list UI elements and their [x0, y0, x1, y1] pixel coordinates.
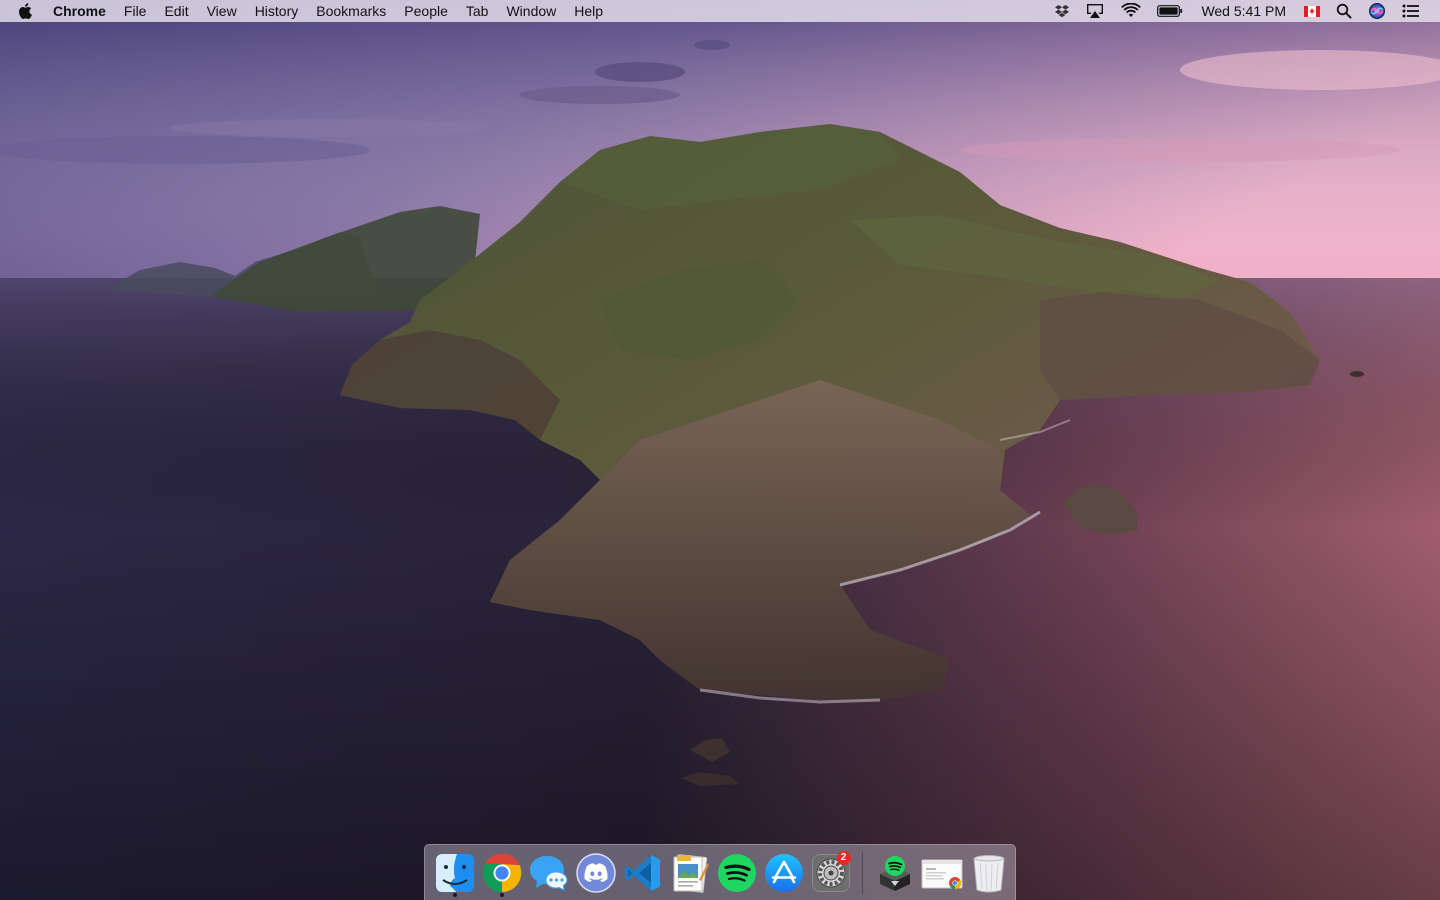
- dropbox-status-item[interactable]: [1047, 0, 1077, 22]
- finder-icon: [435, 853, 474, 892]
- airplay-icon: [1087, 4, 1104, 18]
- catalina-island-wallpaper: [0, 0, 1440, 900]
- menu-bar-clock[interactable]: Wed 5:41 PM: [1191, 0, 1296, 22]
- dock-item-messenger[interactable]: [526, 848, 572, 898]
- dock-item-chrome[interactable]: [479, 848, 525, 898]
- desktop-wallpaper: [0, 0, 1440, 900]
- dock-separator: [862, 851, 863, 894]
- spotlight-icon: [1336, 3, 1352, 19]
- menu-window[interactable]: Window: [497, 0, 565, 22]
- menu-help[interactable]: Help: [565, 0, 612, 22]
- vscode-icon: [624, 854, 660, 891]
- menu-edit[interactable]: Edit: [155, 0, 197, 22]
- dock-item-spotify-installer[interactable]: [872, 848, 918, 898]
- control-center-icon: [1402, 4, 1419, 18]
- canada-flag-icon: [1304, 5, 1320, 17]
- apple-icon: [19, 3, 32, 19]
- menu-file[interactable]: File: [115, 0, 156, 22]
- menu-app-name[interactable]: Chrome: [44, 0, 115, 22]
- dock-item-app-store[interactable]: [761, 848, 807, 898]
- siri-status-item[interactable]: [1360, 0, 1394, 22]
- dock-item-system-preferences[interactable]: 2: [808, 848, 854, 898]
- menu-tab[interactable]: Tab: [457, 0, 498, 22]
- menu-bar-status-area: Wed 5:41 PM: [1047, 0, 1440, 22]
- chrome-icon: [482, 852, 521, 892]
- menu-view[interactable]: View: [198, 0, 246, 22]
- trash-icon: [972, 854, 1005, 892]
- menu-bookmarks[interactable]: Bookmarks: [307, 0, 395, 22]
- notification-center-status-item[interactable]: [1394, 0, 1428, 22]
- dock-item-chrome-document[interactable]: [919, 848, 965, 898]
- chrome-document-icon: [921, 859, 962, 889]
- dock-item-discord[interactable]: [573, 848, 619, 898]
- wifi-status-item[interactable]: [1113, 0, 1149, 22]
- notification-badge: 2: [836, 850, 851, 865]
- messenger-icon: [529, 855, 568, 891]
- airplay-status-item[interactable]: [1077, 0, 1113, 22]
- dock-item-preview[interactable]: [667, 848, 713, 898]
- app-store-icon: [764, 853, 803, 892]
- dock-item-spotify[interactable]: [714, 848, 760, 898]
- menu-people[interactable]: People: [395, 0, 457, 22]
- menu-bar-left: Chrome File Edit View History Bookmarks …: [0, 0, 612, 22]
- running-indicator: [499, 892, 504, 897]
- spotify-icon: [717, 853, 756, 892]
- discord-icon: [575, 852, 616, 893]
- menu-history[interactable]: History: [246, 0, 308, 22]
- dock: 2: [424, 844, 1016, 900]
- apple-menu[interactable]: [0, 0, 44, 22]
- dock-item-trash[interactable]: [966, 848, 1012, 898]
- preview-icon: [673, 853, 709, 893]
- dropbox-icon: [1055, 5, 1070, 18]
- dock-item-vscode[interactable]: [620, 848, 666, 898]
- battery-status-item[interactable]: [1149, 0, 1191, 22]
- battery-icon: [1157, 5, 1183, 17]
- dock-item-finder[interactable]: [432, 848, 478, 898]
- wifi-icon: [1121, 3, 1142, 17]
- menu-bar: Chrome File Edit View History Bookmarks …: [0, 0, 1440, 22]
- input-source-status-item[interactable]: [1296, 0, 1328, 22]
- siri-icon: [1369, 3, 1385, 19]
- running-indicator: [452, 892, 457, 897]
- spotlight-status-item[interactable]: [1328, 0, 1360, 22]
- spotify-installer-icon: [879, 855, 910, 891]
